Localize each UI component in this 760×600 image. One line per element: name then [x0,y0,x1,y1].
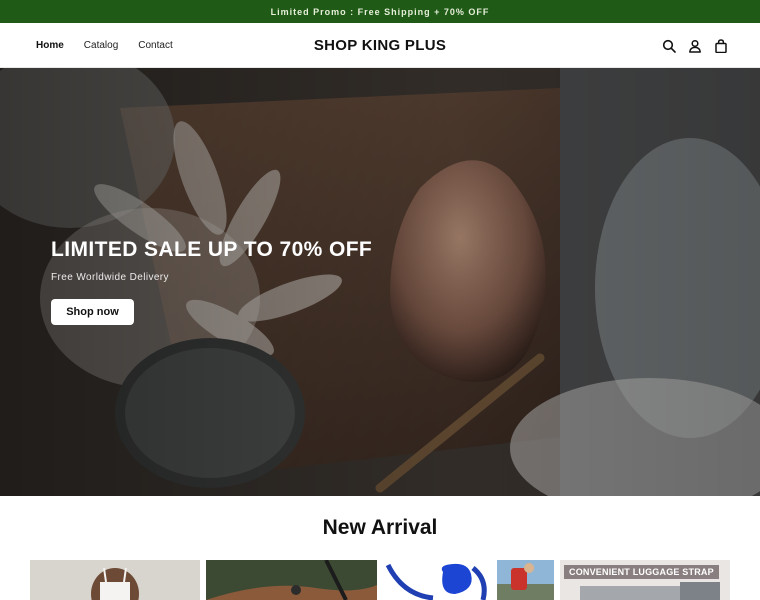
nav-home-link[interactable]: Home [36,40,64,51]
promo-text: Limited Promo : Free Shipping + 70% OFF [270,6,490,17]
product-image [206,560,377,600]
hero-banner: LIMITED SALE UP TO 70% OFF Free Worldwid… [0,68,760,496]
product-card[interactable] [383,560,495,600]
promo-bar: Limited Promo : Free Shipping + 70% OFF [0,0,760,23]
product-label: CONVENIENT LUGGAGE STRAP [564,565,719,579]
search-icon[interactable] [662,39,676,53]
product-card[interactable] [206,560,377,600]
hero-subtitle: Free Worldwide Delivery [51,272,169,283]
product-image [383,560,495,600]
nav-contact-link[interactable]: Contact [138,40,172,51]
main-nav: Home Catalog Contact [36,23,173,68]
product-image [497,560,554,600]
cart-icon[interactable] [714,38,728,53]
product-grid: CONVENIENT LUGGAGE STRAP [30,560,730,600]
header-icons [662,23,728,68]
shop-now-button[interactable]: Shop now [51,299,134,325]
hero-text: LIMITED SALE UP TO 70% OFF Free Worldwid… [51,238,372,283]
account-icon[interactable] [688,39,702,53]
product-card[interactable] [497,560,554,600]
site-header: SHOP KING PLUS Home Catalog Contact [0,23,760,68]
hero-title: LIMITED SALE UP TO 70% OFF [51,238,373,261]
nav-catalog-link[interactable]: Catalog [84,40,118,51]
product-card[interactable]: CONVENIENT LUGGAGE STRAP [560,560,730,600]
product-image [30,560,200,600]
product-card[interactable] [30,560,200,600]
new-arrival-title: New Arrival [322,516,438,539]
